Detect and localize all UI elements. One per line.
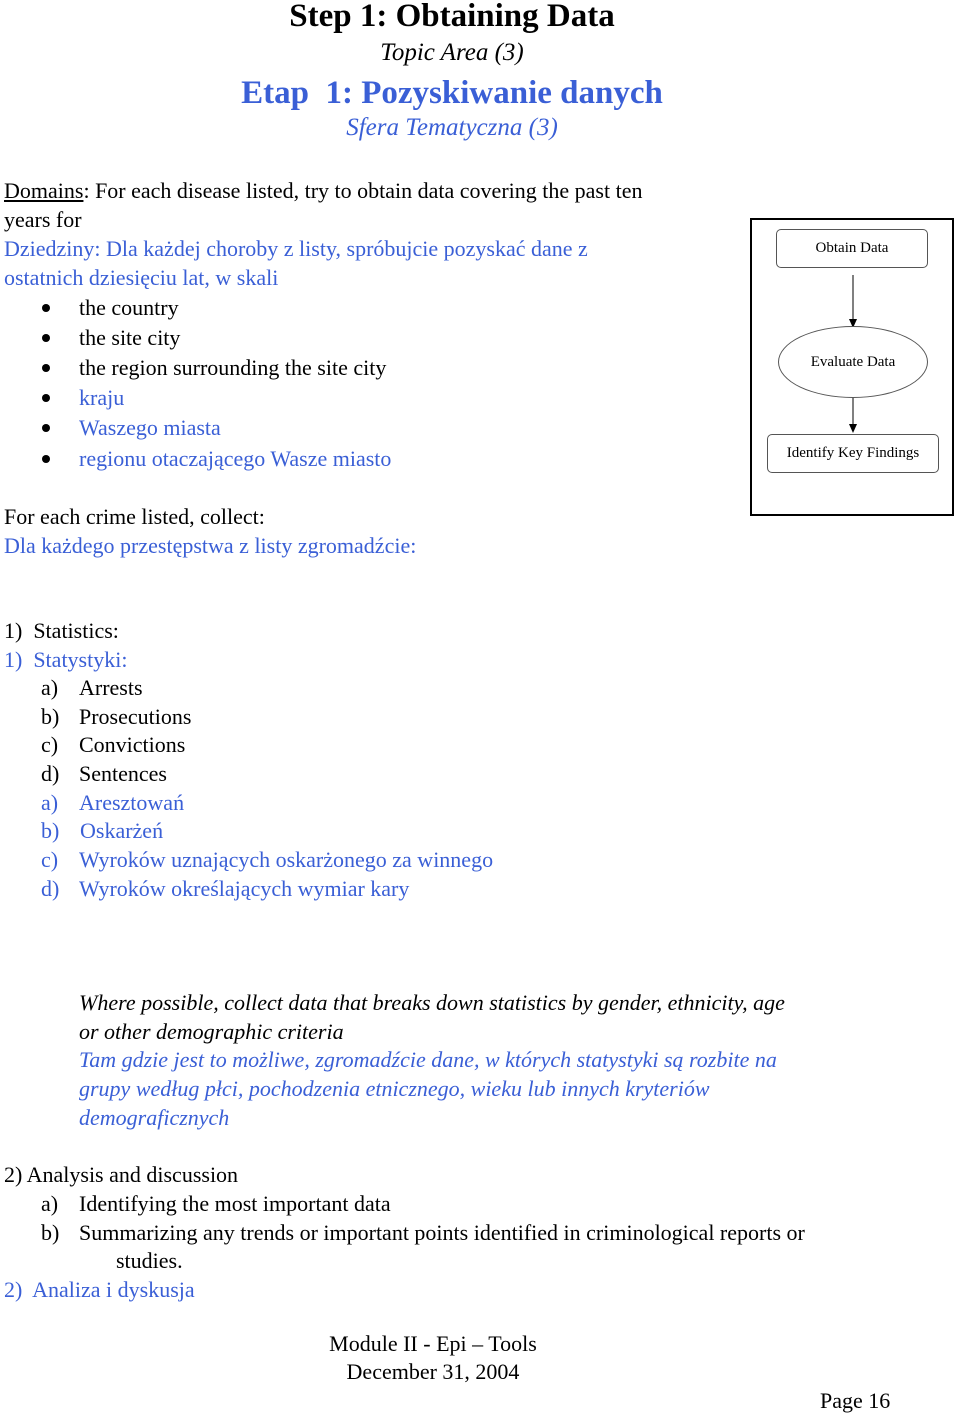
domains-intro-en-line2: years for — [4, 207, 82, 232]
list-item-marker: b) — [41, 704, 60, 729]
bullet-icon — [42, 334, 50, 342]
note-pl-line3: demograficznych — [79, 1105, 230, 1130]
diagram-node-evaluate-data: Evaluate Data — [778, 326, 928, 398]
note-en-line1: Where possible, collect data that breaks… — [79, 990, 785, 1015]
page-title-pl: Etap 1: Pozyskiwanie danych — [241, 75, 663, 111]
note-en-line2: or other demographic criteria — [79, 1019, 344, 1044]
list-item: the country — [79, 295, 179, 320]
list-item-marker: c) — [41, 732, 59, 757]
bullet-icon — [42, 304, 50, 312]
list-item: Convictions — [79, 732, 186, 757]
domains-label: Domains — [4, 178, 84, 203]
list-item: Arrests — [79, 675, 143, 700]
list-item: the region surrounding the site city — [79, 355, 387, 380]
list-item: Prosecutions — [79, 704, 192, 729]
list-item: Sentences — [79, 761, 167, 786]
page-subtitle-en: Topic Area (3) — [380, 39, 524, 66]
list-item: Aresztowań — [79, 790, 185, 815]
statistics-heading-pl: 1) Statystyki: — [4, 647, 128, 672]
footer-module: Module II - Epi – Tools — [329, 1331, 537, 1356]
list-item: Waszego miasta — [79, 415, 221, 440]
list-item: Wyroków uznających oskarżonego za winneg… — [79, 847, 494, 872]
page-title-en: Step 1: Obtaining Data — [289, 0, 615, 34]
note-pl-line2: grupy według płci, pochodzenia etniczneg… — [79, 1076, 710, 1101]
page-number: Page 16 — [820, 1388, 891, 1413]
list-item-marker: c) — [41, 847, 59, 872]
diagram-node-identify-key-findings: Identify Key Findings — [767, 434, 939, 473]
list-item-marker: a) — [41, 675, 59, 700]
list-item-marker: d) — [41, 876, 60, 901]
list-item-marker: a) — [41, 1191, 59, 1216]
list-item: Summarizing any trends or important poin… — [79, 1220, 805, 1245]
list-item-marker: b) — [41, 1220, 60, 1245]
bullet-icon — [42, 424, 50, 432]
footer-date: December 31, 2004 — [346, 1359, 520, 1384]
list-item: Oskarżeń — [80, 818, 164, 843]
analysis-heading-pl: 2) Analiza i dyskusja — [4, 1277, 195, 1302]
bullet-icon — [42, 364, 50, 372]
domains-intro-pl-line2: ostatnich dziesięciu lat, w skali — [4, 265, 279, 290]
list-item: Wyroków określających wymiar kary — [79, 876, 410, 901]
list-item-marker: a) — [41, 790, 59, 815]
list-item: regionu otaczającego Wasze miasto — [79, 446, 392, 471]
domains-intro-en-text: : For each disease listed, try to obtain… — [83, 178, 643, 203]
list-item: kraju — [79, 385, 125, 410]
diagram-node-obtain-data: Obtain Data — [776, 229, 928, 268]
list-item-marker: b) — [41, 818, 60, 843]
statistics-heading-en: 1) Statistics: — [4, 618, 119, 643]
page-subtitle-pl: Sfera Tematyczna (3) — [346, 114, 558, 141]
domains-intro-en: Domains: For each disease listed, try to… — [4, 176, 642, 205]
crime-intro-en: For each crime listed, collect: — [4, 504, 265, 529]
domains-intro-pl-line1: Dziedziny: Dla każdej choroby z listy, s… — [4, 236, 588, 261]
process-diagram: Obtain Data Evaluate Data Identify Key F… — [750, 218, 954, 516]
list-item: the site city — [79, 325, 181, 350]
bullet-icon — [42, 455, 50, 463]
list-item-marker: d) — [41, 761, 60, 786]
arrow-down-icon — [849, 424, 857, 433]
list-item: Identifying the most important data — [79, 1191, 391, 1216]
note-pl-line1: Tam gdzie jest to możliwe, zgromadźcie d… — [79, 1047, 777, 1072]
crime-intro-pl: Dla każdego przestępstwa z listy zgromad… — [4, 533, 417, 558]
analysis-heading-en: 2) Analysis and discussion — [4, 1162, 239, 1187]
list-item-continuation: studies. — [116, 1248, 183, 1273]
bullet-icon — [42, 394, 50, 402]
